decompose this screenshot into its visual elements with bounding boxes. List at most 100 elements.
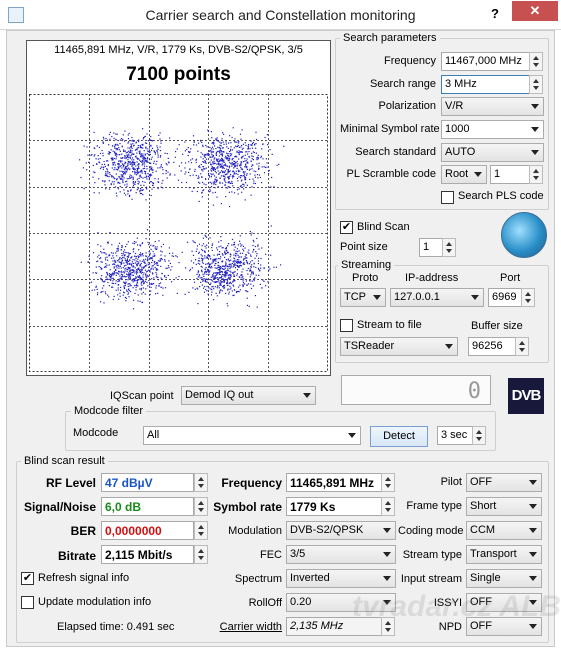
spin-down-icon[interactable] [446,249,452,253]
constellation-point [164,259,166,261]
spin-up-icon[interactable] [519,341,525,345]
constellation-point [133,278,135,280]
iqscan-point-select[interactable]: Demod IQ out [181,386,316,405]
spin-down-icon[interactable] [533,176,539,180]
spin-up-icon[interactable] [198,501,204,505]
frame-type-select[interactable]: Short [466,497,542,516]
detect-interval-input[interactable]: 3 sec [437,426,473,445]
spin-down-icon[interactable] [198,508,204,512]
constellation-point [244,256,246,258]
constellation-point [213,160,215,162]
spin-up-icon[interactable] [385,477,391,481]
spin-down-icon[interactable] [476,437,482,441]
point-size-input[interactable]: 1 [419,238,443,257]
constellation-point [242,155,244,157]
spin-down-icon[interactable] [385,628,391,632]
symbol-rate-spinner[interactable] [381,497,395,516]
refresh-signal-checkbox[interactable]: ✔ [21,572,34,585]
constellation-point [111,181,113,183]
help-button[interactable]: ? [480,4,510,24]
constellation-point [151,278,153,280]
ip-address-select[interactable]: 127.0.0.1 [390,288,484,307]
constellation-point [144,135,146,137]
frequency-spinner[interactable] [529,52,543,71]
pls-code-input[interactable]: 1 [490,165,530,184]
detect-button[interactable]: Detect [370,426,428,447]
ber-spinner[interactable] [194,521,208,540]
constellation-point [105,171,107,173]
port-spinner[interactable] [521,288,535,307]
frequency-input[interactable]: 11467,000 MHz [441,52,530,71]
constellation-point [260,155,262,157]
constellation-point [228,142,230,144]
constellation-point [127,283,129,285]
update-modulation-checkbox[interactable] [21,596,34,609]
constellation-point [176,256,178,258]
spin-down-icon[interactable] [198,484,204,488]
spin-down-icon[interactable] [198,532,204,536]
constellation-point [251,168,253,170]
spin-down-icon[interactable] [385,484,391,488]
blind-scan-checkbox[interactable]: ✔ [340,221,353,234]
search-standard-select[interactable]: AUTO [441,143,544,162]
spin-down-icon[interactable] [519,348,525,352]
constellation-point [108,153,110,155]
spin-up-icon[interactable] [446,242,452,246]
fec-select[interactable]: 3/5 [286,545,396,564]
chevron-down-icon [303,393,311,398]
proto-select[interactable]: TCP [340,288,386,307]
point-size-spinner[interactable] [442,238,456,257]
spin-down-icon[interactable] [533,63,539,67]
search-range-spinner[interactable] [529,75,543,94]
spin-up-icon[interactable] [533,56,539,60]
search-range-input[interactable]: 3 MHz [441,75,530,94]
spin-down-icon[interactable] [198,556,204,560]
rf-level-spinner[interactable] [194,473,208,492]
constellation-point [133,167,135,169]
coding-mode-select[interactable]: CCM [466,521,542,540]
constellation-point [224,170,226,172]
carrier-width-link[interactable]: Carrier width [205,621,282,633]
min-symbol-rate-select[interactable]: 1000 [441,120,544,139]
result-frequency-spinner[interactable] [381,473,395,492]
constellation-point [103,302,105,304]
input-stream-select[interactable]: Single [466,569,542,588]
spin-up-icon[interactable] [385,501,391,505]
spin-up-icon[interactable] [198,477,204,481]
detect-interval-spinner[interactable] [472,426,486,445]
spin-down-icon[interactable] [385,508,391,512]
port-input[interactable]: 6969 [488,288,522,307]
spin-up-icon[interactable] [198,549,204,553]
spin-up-icon[interactable] [525,292,531,296]
modulation-select[interactable]: DVB-S2/QPSK [286,521,396,540]
constellation-point [204,250,206,252]
spin-up-icon[interactable] [533,169,539,173]
constellation-point [160,164,162,166]
constellation-point [134,171,136,173]
modcode-select[interactable]: All [143,426,361,445]
pls-mode-select[interactable]: Root [441,165,487,184]
constellation-point [139,152,141,154]
constellation-point [148,255,150,257]
spin-up-icon[interactable] [476,430,482,434]
constellation-point [205,247,207,249]
stream-to-file-checkbox[interactable] [340,319,353,332]
bitrate-spinner[interactable] [194,545,208,564]
close-button[interactable]: ✕ [512,1,558,21]
buffer-size-input[interactable]: 96256 [468,337,516,356]
spin-up-icon[interactable] [198,525,204,529]
constellation-point [215,181,217,183]
pls-code-spinner[interactable] [529,165,543,184]
pilot-select[interactable]: OFF [466,473,542,492]
spin-down-icon[interactable] [525,299,531,303]
stream-type-select[interactable]: Transport [466,545,542,564]
rf-level-label: RF Level [45,476,96,490]
search-pls-checkbox[interactable] [441,191,454,204]
spin-down-icon[interactable] [533,86,539,90]
search-standard-label: Search standard [355,146,436,158]
polarization-select[interactable]: V/R [441,97,544,116]
spin-up-icon[interactable] [533,79,539,83]
reader-select[interactable]: TSReader [340,337,458,356]
buffer-size-spinner[interactable] [515,337,529,356]
spectrum-select[interactable]: Inverted [286,569,396,588]
